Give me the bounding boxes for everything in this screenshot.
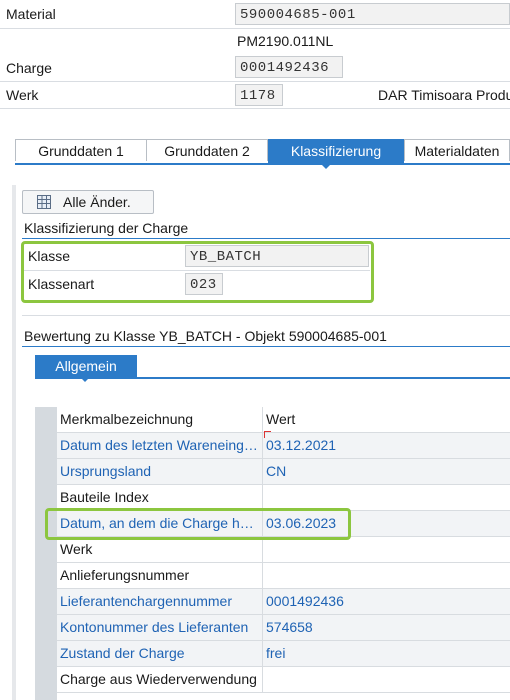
table-row[interactable]: Charge aus Wiederverwendung <box>57 667 510 693</box>
divider <box>0 108 510 109</box>
table-row[interactable]: Werk <box>57 537 510 563</box>
table-row[interactable]: Datum des letzten Wareneingangs 03.12.20… <box>57 433 510 459</box>
material-field[interactable]: 590004685-001 <box>235 3 510 25</box>
row-name[interactable]: Datum des letzten Wareneingangs <box>60 433 263 458</box>
row-value[interactable]: CN <box>266 459 506 484</box>
werk-label: Werk <box>6 87 39 103</box>
row-name: Anlieferungsnummer <box>60 563 263 588</box>
tab-klassifizierung[interactable]: Klassifizierung <box>268 139 404 163</box>
all-changes-label: Alle Änder. <box>63 194 131 210</box>
row-name[interactable]: Zustand der Charge <box>60 641 263 666</box>
row-name: Werk <box>60 537 263 562</box>
tab-materialdaten[interactable]: Materialdaten <box>404 139 510 161</box>
table-row[interactable]: Kontonummer des Lieferanten 574658 <box>57 615 510 641</box>
row-name[interactable]: Lieferantenchargennummer <box>60 589 263 614</box>
row-value[interactable]: 574658 <box>266 615 506 640</box>
evaluation-title: Bewertung zu Klasse YB_BATCH - Objekt 59… <box>24 328 387 344</box>
material-label: Material <box>6 6 56 22</box>
column-header-name: Merkmalbezeichnung <box>60 407 263 432</box>
panel-edge <box>12 185 16 700</box>
active-subtab-indicator <box>80 377 90 382</box>
all-changes-button[interactable]: Alle Änder. <box>22 190 154 214</box>
highlight-production-date <box>45 508 351 540</box>
table-row[interactable]: Lieferantenchargennummer 0001492436 <box>57 589 510 615</box>
row-name[interactable]: Ursprungsland <box>60 459 263 484</box>
tab-grunddaten-1[interactable]: Grunddaten 1 <box>15 139 147 161</box>
material-description: PM2190.011NL <box>237 33 334 49</box>
table-row[interactable]: Anlieferungsnummer <box>57 563 510 589</box>
classification-title: Klassifizierung der Charge <box>24 220 189 236</box>
charge-field[interactable]: 0001492436 <box>235 56 343 78</box>
divider <box>22 315 510 316</box>
section-rule <box>22 238 510 239</box>
table-header: Merkmalbezeichnung Wert <box>57 407 510 433</box>
changed-marker <box>264 431 271 438</box>
section-rule <box>22 346 510 347</box>
row-value[interactable] <box>266 485 506 510</box>
row-value[interactable] <box>266 667 506 692</box>
tab-allgemein[interactable]: Allgemein <box>35 355 137 377</box>
active-tab-indicator <box>320 163 332 169</box>
row-value[interactable]: frei <box>266 641 506 666</box>
row-value[interactable] <box>266 563 506 588</box>
row-value[interactable]: 0001492436 <box>266 589 506 614</box>
highlight-class-box <box>21 241 374 303</box>
table-row[interactable]: Ursprungsland CN <box>57 459 510 485</box>
row-value[interactable] <box>266 537 506 562</box>
subtab-rule <box>35 377 510 379</box>
row-value[interactable]: 03.12.2021 <box>266 433 506 458</box>
charge-label: Charge <box>6 60 52 76</box>
divider <box>0 28 510 29</box>
column-header-value: Wert <box>266 411 296 427</box>
werk-description: DAR Timisoara Produ <box>378 87 510 103</box>
tab-strip: Grunddaten 1 Grunddaten 2 Klassifizierun… <box>15 139 510 165</box>
row-name: Charge aus Wiederverwendung <box>60 667 263 692</box>
table-row[interactable]: Zustand der Charge frei <box>57 641 510 667</box>
row-selector-column <box>35 407 57 700</box>
table-grid-icon <box>37 195 51 209</box>
divider <box>0 81 510 82</box>
werk-field[interactable]: 1178 <box>235 84 283 106</box>
row-name: Bauteile Index <box>60 485 263 510</box>
row-name[interactable]: Kontonummer des Lieferanten <box>60 615 263 640</box>
tab-grunddaten-2[interactable]: Grunddaten 2 <box>146 139 268 161</box>
